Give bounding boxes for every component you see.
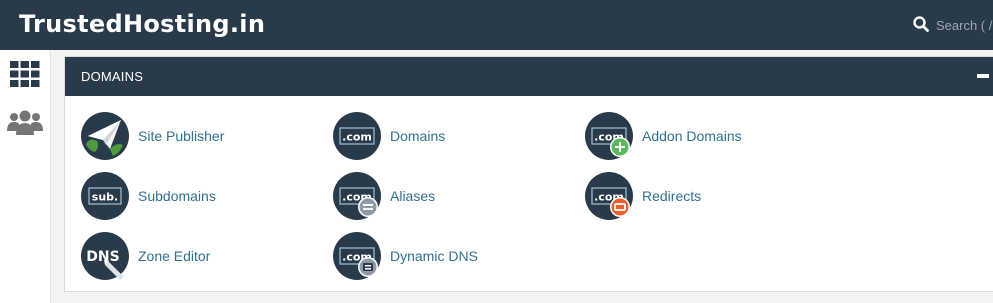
domains-panel: DOMAINS Site Publisher .com Domains .com [64,56,993,292]
site-publisher-icon [81,112,129,160]
item-label: Subdomains [138,188,216,204]
grid-icon [10,61,40,87]
item-label: Dynamic DNS [390,248,478,264]
item-label: Redirects [642,188,702,204]
dynamic-dns-link[interactable]: .com Dynamic DNS [332,231,478,281]
sub-text: sub. [92,191,118,204]
subdomains-link[interactable]: sub. Subdomains [80,171,216,221]
item-label: Addon Domains [642,128,742,144]
addon-domains-link[interactable]: .com Addon Domains [584,111,742,161]
item-label: Zone Editor [138,248,211,264]
zone-editor-link[interactable]: DNS Zone Editor [80,231,210,281]
users-icon [7,110,43,135]
redirects-link[interactable]: .com Redirects [584,171,701,221]
item-label: Site Publisher [138,128,225,144]
domains-link[interactable]: .com Domains [332,111,445,161]
dynamic-dns-icon: .com [333,232,381,280]
subdomains-icon: sub. [81,172,129,220]
sidebar-item-tools[interactable] [0,52,50,96]
search-icon[interactable] [912,15,930,33]
aliases-icon: .com [333,172,381,220]
item-label: Domains [390,128,446,144]
dns-text: DNS [86,249,119,265]
brand-logo[interactable]: TrustedHosting.in [19,10,265,38]
panel-title: DOMAINS [81,69,144,84]
domains-icon: .com [333,112,381,160]
addon-domains-icon: .com [585,112,633,160]
search-input[interactable] [936,14,993,36]
minus-icon[interactable] [977,74,989,78]
aliases-link[interactable]: .com Aliases [332,171,435,221]
panel-header[interactable]: DOMAINS [65,57,993,96]
sidebar-item-users[interactable] [0,100,50,144]
site-publisher-link[interactable]: Site Publisher [80,111,224,161]
top-bar: TrustedHosting.in [0,0,993,50]
zone-editor-icon: DNS [81,232,129,280]
item-label: Aliases [390,188,436,204]
com-text: .com [342,131,372,144]
redirects-icon: .com [585,172,633,220]
sidebar [0,50,51,303]
